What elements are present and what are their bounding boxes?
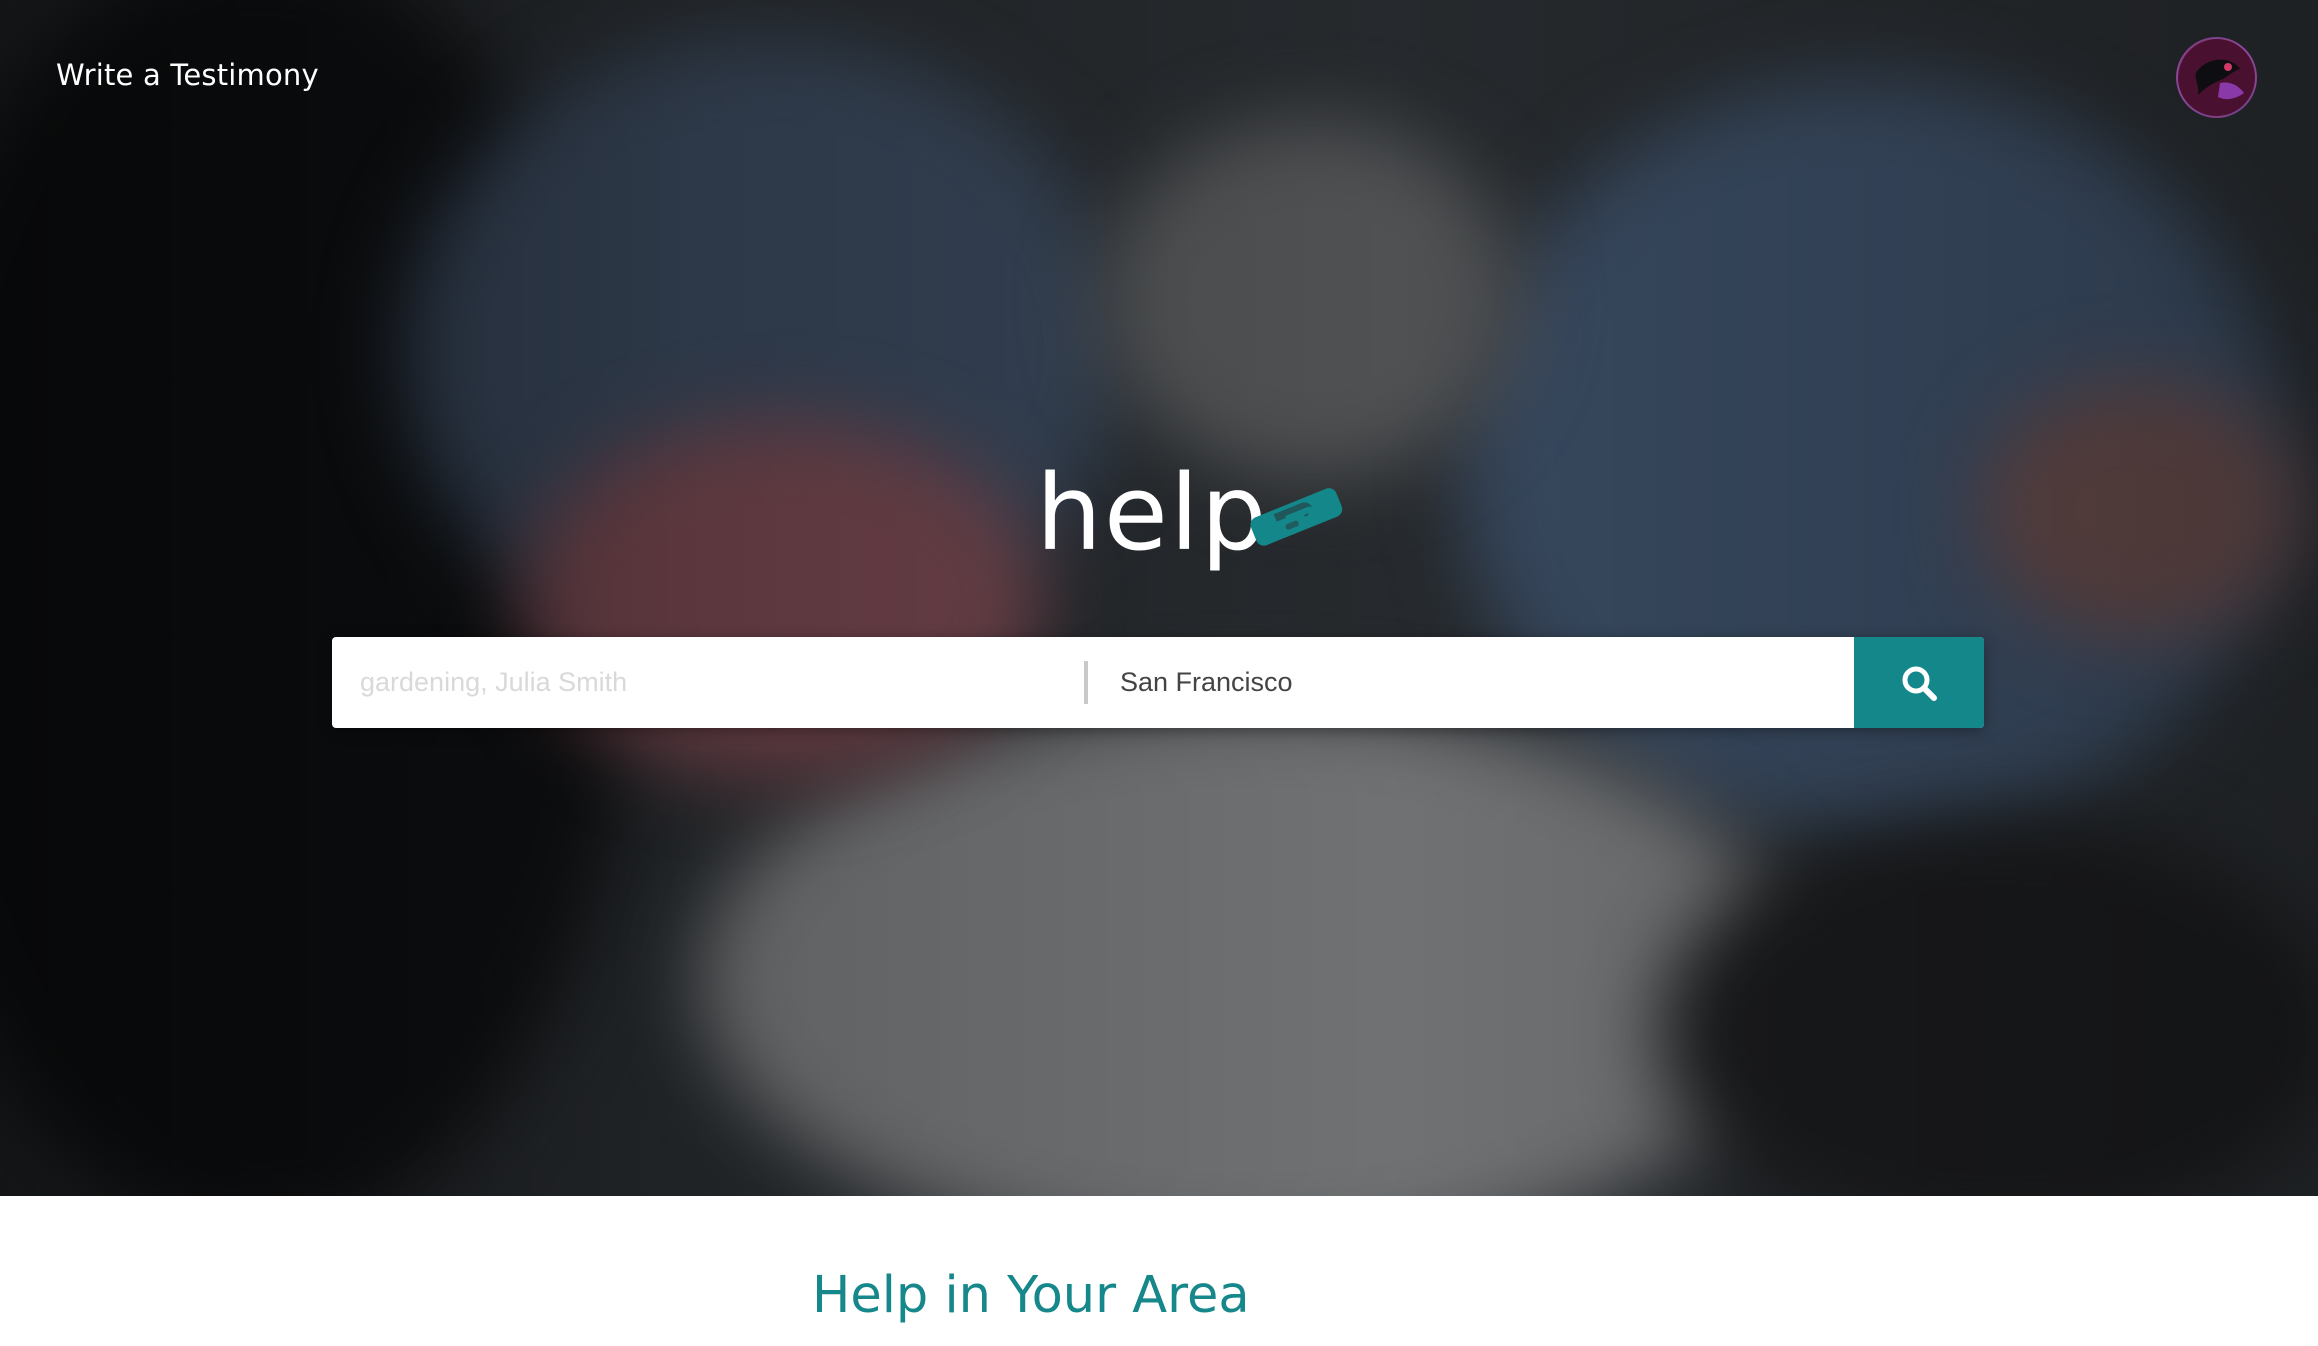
location-input[interactable]	[1088, 637, 1984, 728]
user-avatar[interactable]	[2176, 37, 2257, 118]
write-testimony-link[interactable]: Write a Testimony	[56, 58, 319, 92]
search-input[interactable]	[332, 637, 1084, 728]
search-icon	[1902, 666, 1937, 701]
help-logo[interactable]: help	[1036, 448, 1346, 578]
logo-text: help	[1036, 452, 1269, 574]
search-button[interactable]	[1854, 637, 1984, 728]
hero-banner: Write a Testimony help	[0, 0, 2318, 1196]
handshake-icon	[1250, 488, 1343, 546]
search-bar	[332, 637, 1984, 728]
help-in-your-area-heading: Help in Your Area	[812, 1266, 1250, 1325]
hero-overlay	[0, 0, 2318, 1196]
